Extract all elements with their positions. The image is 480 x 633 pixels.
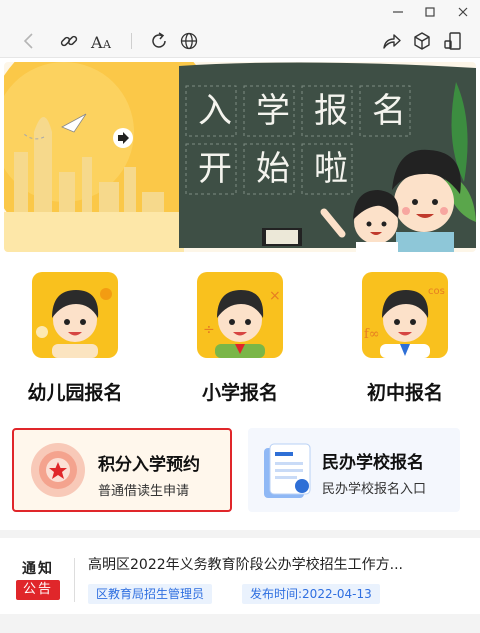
document-list-icon: [260, 442, 314, 502]
category-primary-school[interactable]: × ÷ 小学报名: [175, 272, 305, 405]
minimize-icon[interactable]: [390, 4, 406, 20]
link-icon[interactable]: [58, 30, 80, 52]
svg-text:×: ×: [269, 288, 281, 304]
notice-badge-top: 通知: [22, 561, 54, 577]
banner-title: 入 学 报 名 开 始 啦: [186, 86, 418, 196]
points-enrollment-card[interactable]: 积分入学预约 普通借读生申请: [12, 428, 232, 512]
back-icon[interactable]: [18, 30, 40, 52]
svg-text:cos: cos: [428, 286, 445, 297]
card-title: 民办学校报名: [322, 453, 424, 473]
banner-char: 报: [314, 91, 348, 131]
dock-icon[interactable]: [442, 30, 464, 52]
toolbar-separator: [131, 33, 132, 49]
card-subtitle: 民办学校报名入口: [322, 482, 427, 497]
star-medal-icon: [30, 442, 86, 498]
svg-text:÷: ÷: [203, 322, 215, 338]
share-icon[interactable]: [380, 30, 402, 52]
section-divider: [0, 530, 480, 538]
category-kindergarten[interactable]: 幼儿园报名: [10, 272, 140, 405]
banner-char: 开: [198, 149, 232, 189]
svg-text:A: A: [102, 38, 112, 51]
enrollment-banner[interactable]: 入 学 报 名 开 始 啦: [4, 62, 476, 252]
category-label: 小学报名: [201, 382, 278, 404]
notice-title[interactable]: 高明区2022年义务教育阶段公办学校招生工作方...: [88, 554, 468, 574]
private-school-card[interactable]: 民办学校报名 民办学校报名入口: [248, 428, 460, 512]
card-subtitle: 普通借读生申请: [98, 484, 190, 499]
category-label: 初中报名: [366, 382, 443, 404]
primary-school-avatar-icon: × ÷: [197, 272, 283, 358]
department-tag: 区教育局招生管理员: [88, 584, 213, 604]
svg-text:A: A: [90, 33, 103, 52]
publish-date-tag: 发布时间:2022-04-13: [242, 584, 380, 604]
window-title-bar: [0, 0, 480, 24]
close-icon[interactable]: [455, 4, 471, 20]
banner-char: 啦: [314, 149, 348, 189]
banner-char: 始: [256, 149, 290, 189]
browser-toolbar: AA: [0, 24, 480, 58]
notice-item[interactable]: 通知 公告 高明区2022年义务教育阶段公办学校招生工作方... 区教育局招生管…: [0, 538, 480, 614]
kindergarten-avatar-icon: [32, 272, 118, 358]
banner-char: 学: [256, 91, 290, 131]
maximize-icon[interactable]: [422, 4, 438, 20]
notice-badge-bottom: 公告: [16, 580, 60, 600]
card-title: 积分入学预约: [98, 455, 200, 475]
notice-divider: [74, 558, 75, 602]
font-size-icon[interactable]: AA: [90, 30, 120, 52]
bottom-strip: [0, 614, 480, 633]
svg-text:f∞: f∞: [364, 327, 380, 342]
category-label: 幼儿园报名: [27, 382, 123, 404]
middle-school-avatar-icon: cos f∞: [362, 272, 448, 358]
banner-char: 入: [198, 91, 232, 131]
package-icon[interactable]: [411, 30, 433, 52]
banner-char: 名: [372, 91, 406, 131]
refresh-icon[interactable]: [148, 30, 170, 52]
notice-badge: 通知 公告: [16, 558, 60, 600]
globe-icon[interactable]: [178, 30, 200, 52]
category-middle-school[interactable]: cos f∞ 初中报名: [340, 272, 470, 405]
